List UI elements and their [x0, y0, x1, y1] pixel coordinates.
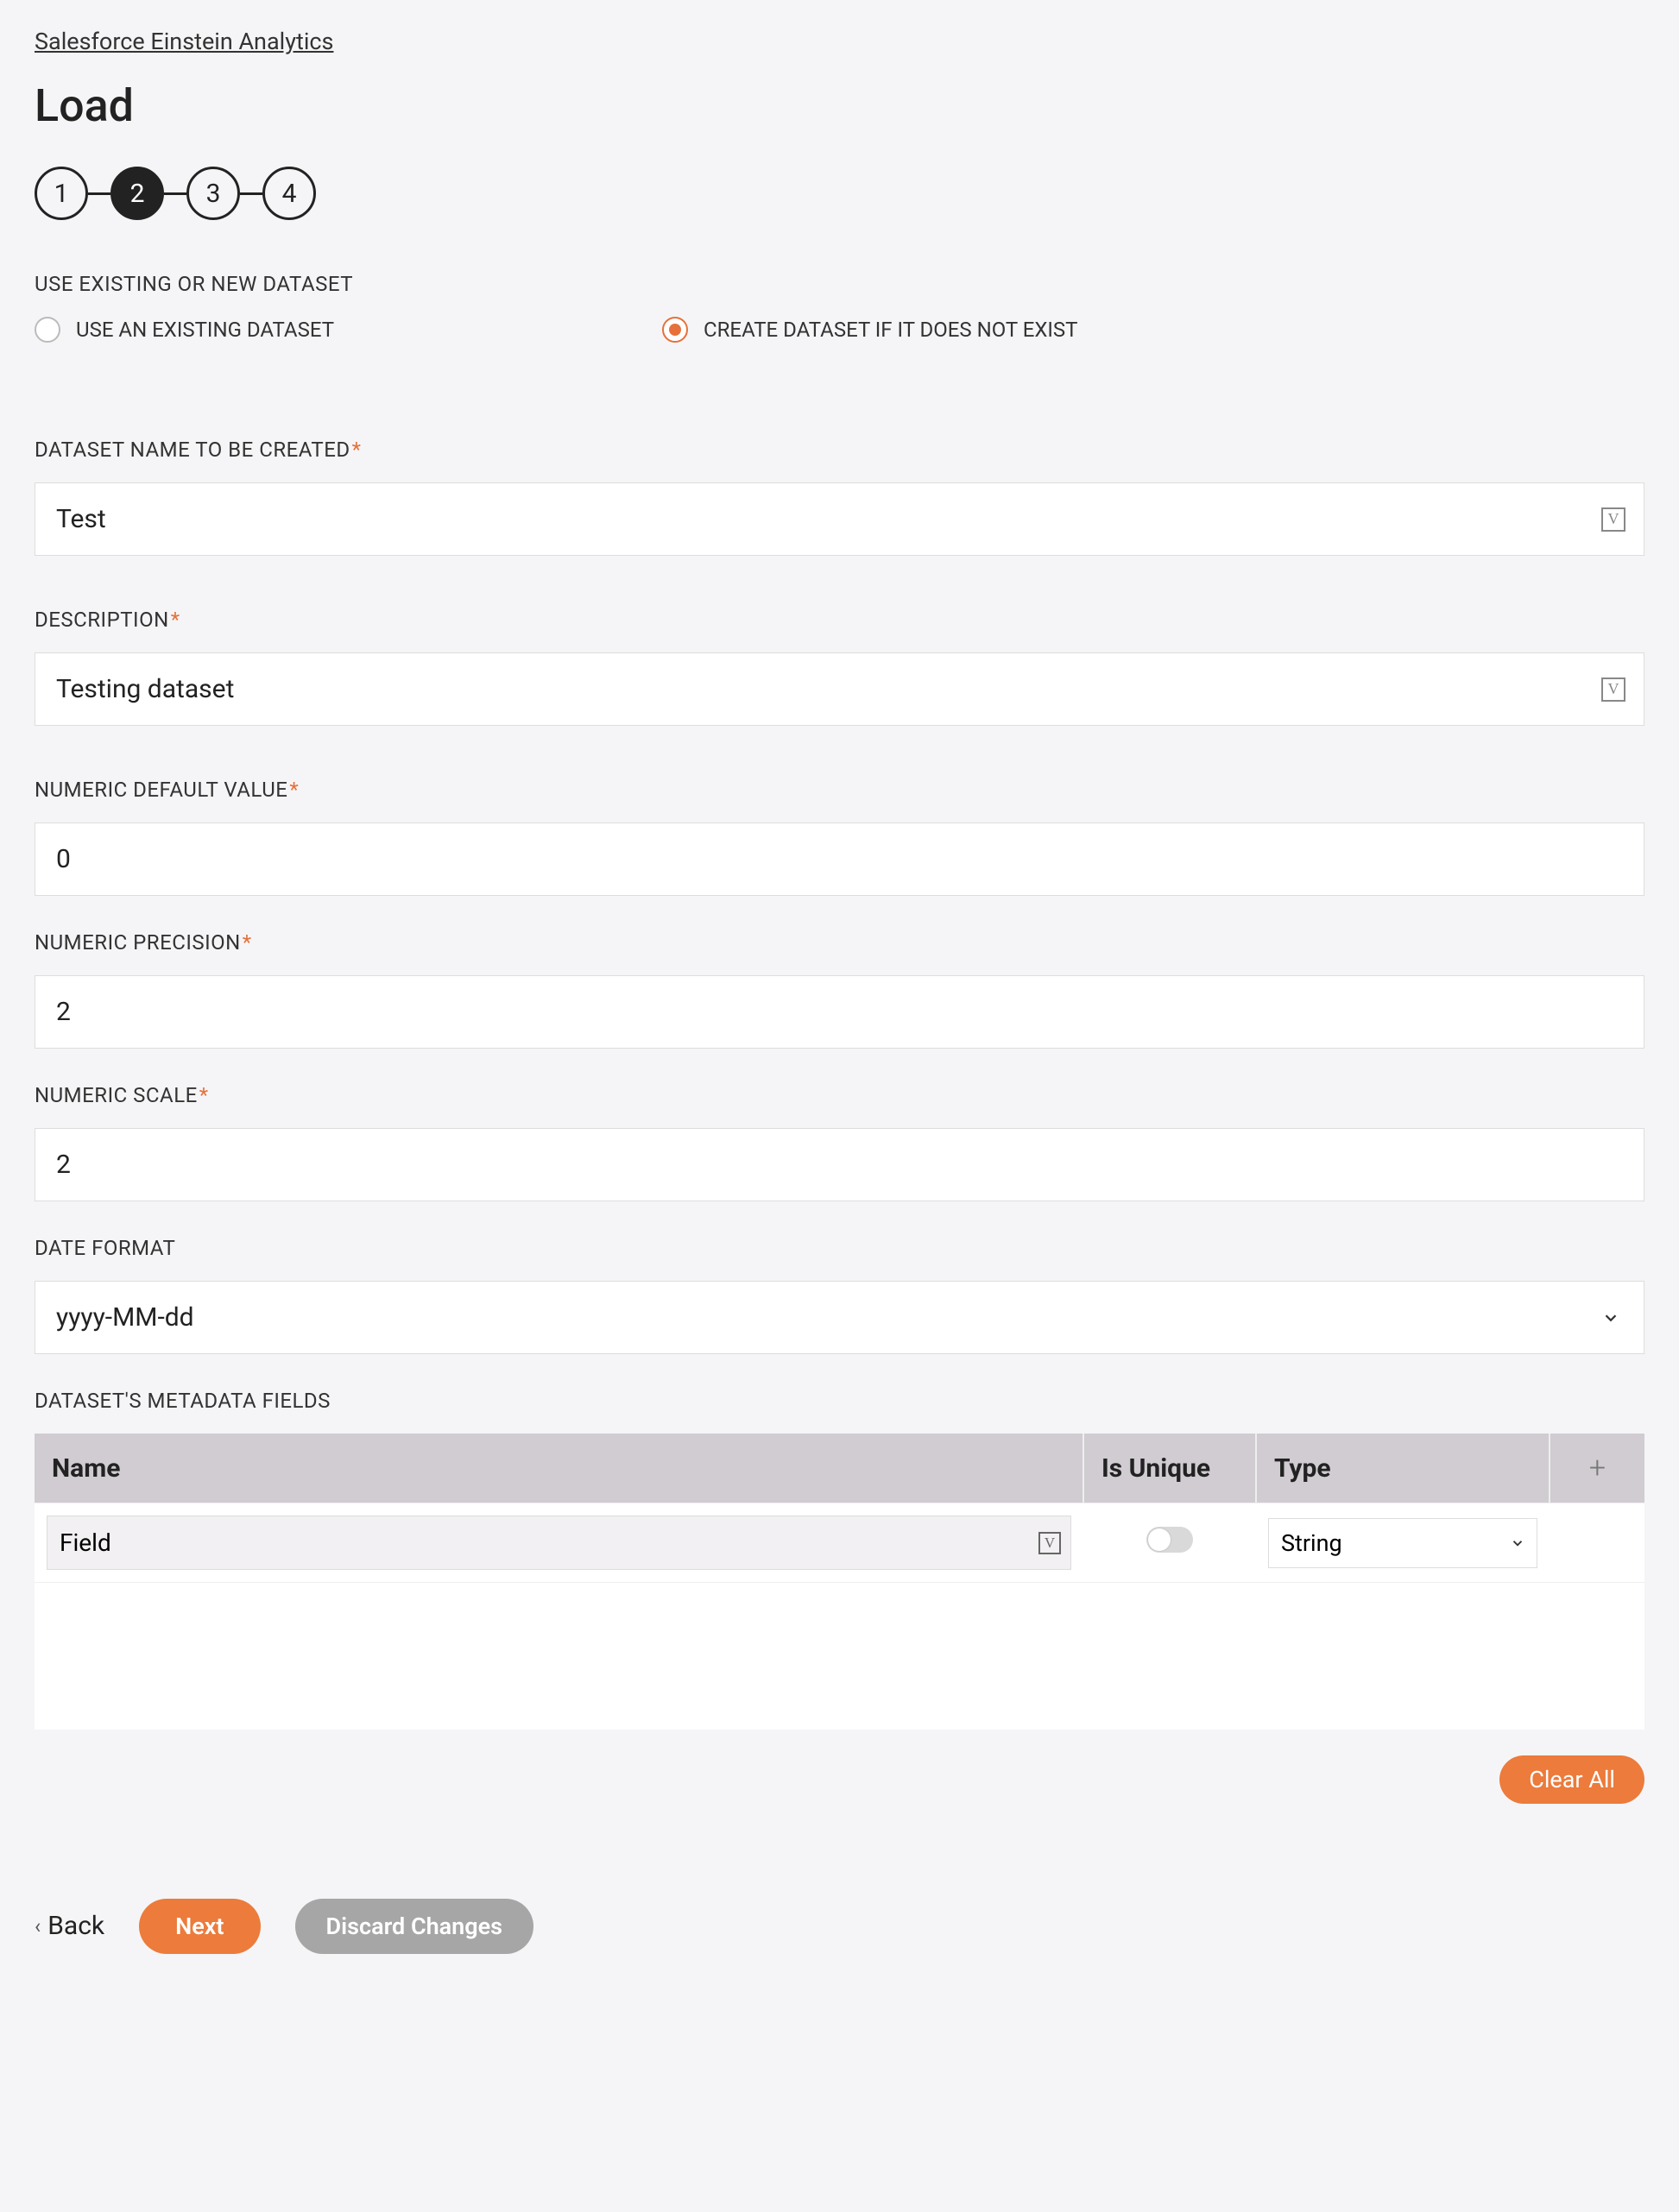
- metadata-label: DATASET'S METADATA FIELDS: [35, 1389, 1644, 1413]
- radio-create-if-not-exist[interactable]: CREATE DATASET IF IT DOES NOT EXIST: [662, 317, 1078, 343]
- step-2[interactable]: 2: [110, 167, 164, 220]
- col-name: Name: [35, 1434, 1083, 1503]
- step-connector: [164, 192, 186, 195]
- back-button[interactable]: ‹ Back: [35, 1911, 104, 1941]
- radio-use-existing[interactable]: USE AN EXISTING DATASET: [35, 317, 334, 343]
- radio-icon: [662, 317, 688, 343]
- add-row-button[interactable]: +: [1550, 1434, 1644, 1503]
- date-format-select[interactable]: yyyy-MM-dd: [35, 1281, 1644, 1354]
- plus-icon: +: [1589, 1451, 1606, 1485]
- radio-label: USE AN EXISTING DATASET: [76, 318, 334, 342]
- is-unique-toggle[interactable]: [1146, 1527, 1193, 1553]
- dataset-name-label: DATASET NAME TO BE CREATED*: [35, 438, 1644, 462]
- col-is-unique: Is Unique: [1083, 1434, 1256, 1503]
- discard-changes-button[interactable]: Discard Changes: [295, 1899, 534, 1954]
- variable-icon[interactable]: V: [1038, 1532, 1061, 1554]
- step-4[interactable]: 4: [262, 167, 316, 220]
- col-type: Type: [1256, 1434, 1550, 1503]
- numeric-default-label: NUMERIC DEFAULT VALUE*: [35, 778, 1644, 802]
- numeric-precision-label: NUMERIC PRECISION*: [35, 930, 1644, 955]
- row-name-input[interactable]: [47, 1516, 1071, 1570]
- step-3[interactable]: 3: [186, 167, 240, 220]
- stepper: 1 2 3 4: [35, 167, 1644, 220]
- numeric-scale-label: NUMERIC SCALE*: [35, 1083, 1644, 1107]
- dataset-mode-label: USE EXISTING OR NEW DATASET: [35, 272, 1644, 296]
- next-button[interactable]: Next: [139, 1899, 260, 1954]
- breadcrumb[interactable]: Salesforce Einstein Analytics: [35, 28, 333, 55]
- step-1[interactable]: 1: [35, 167, 88, 220]
- table-empty-space: [35, 1583, 1644, 1730]
- description-input[interactable]: [35, 652, 1644, 726]
- table-row: V String: [35, 1503, 1644, 1583]
- numeric-precision-input[interactable]: [35, 975, 1644, 1049]
- step-connector: [88, 192, 110, 195]
- numeric-scale-input[interactable]: [35, 1128, 1644, 1201]
- date-format-label: DATE FORMAT: [35, 1236, 1644, 1260]
- variable-icon[interactable]: V: [1601, 677, 1625, 702]
- row-type-select[interactable]: String: [1268, 1518, 1537, 1568]
- step-connector: [240, 192, 262, 195]
- metadata-table: Name Is Unique Type + V: [35, 1434, 1644, 1730]
- description-label: DESCRIPTION*: [35, 608, 1644, 632]
- dataset-mode-radios: USE AN EXISTING DATASET CREATE DATASET I…: [35, 317, 1644, 343]
- page-title: Load: [35, 79, 1644, 132]
- radio-icon: [35, 317, 60, 343]
- variable-icon[interactable]: V: [1601, 507, 1625, 532]
- radio-label: CREATE DATASET IF IT DOES NOT EXIST: [704, 318, 1078, 342]
- chevron-left-icon: ‹: [35, 1914, 41, 1938]
- numeric-default-input[interactable]: [35, 822, 1644, 896]
- footer-actions: ‹ Back Next Discard Changes: [35, 1899, 1644, 1954]
- clear-all-button[interactable]: Clear All: [1499, 1755, 1644, 1804]
- dataset-name-input[interactable]: [35, 482, 1644, 556]
